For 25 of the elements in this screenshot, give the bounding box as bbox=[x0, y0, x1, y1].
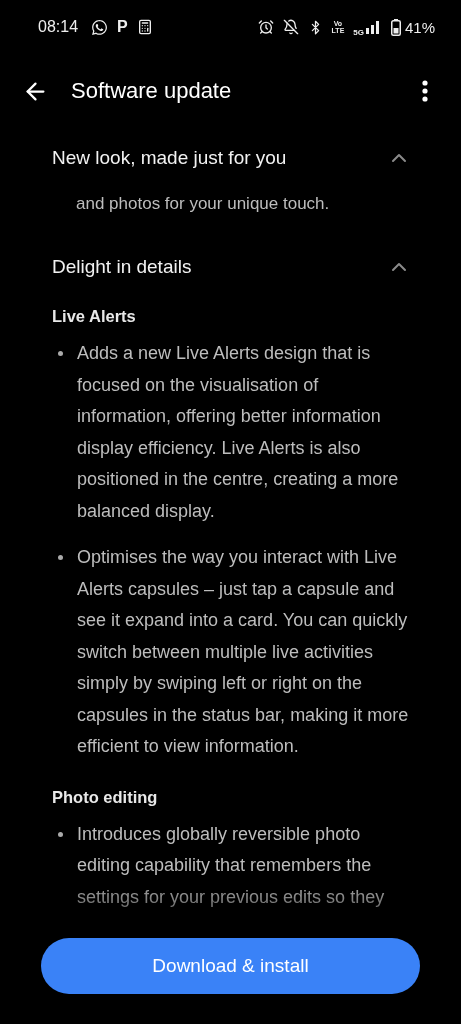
mute-icon bbox=[282, 19, 299, 35]
chat-bubble-icon bbox=[91, 18, 109, 36]
battery-percent: 41% bbox=[404, 18, 435, 36]
bullet-dot bbox=[58, 831, 63, 837]
subsection-heading: Photo editing bbox=[52, 786, 159, 808]
notification-letter: P bbox=[117, 18, 128, 36]
alarm-icon bbox=[257, 19, 274, 35]
section-paragraph: and photos for your unique touch. bbox=[75, 193, 331, 215]
bullet-text: Adds a new Live Alerts design that is focused on the visualisation of information, offering better information display efficiency. Live Alerts is also positioned in the centre, creating a more balanced display. bbox=[77, 342, 400, 523]
bullet-text: Introduces globally reversible photo editing capability that remembers the settings for your previous edits so they bbox=[77, 822, 386, 909]
section-header[interactable]: Delight in details bbox=[0, 237, 461, 297]
screen-title: Software update bbox=[71, 78, 233, 104]
signal-icon bbox=[365, 20, 382, 34]
bullet-dot bbox=[58, 351, 63, 356]
status-time: 08:14 bbox=[38, 18, 79, 36]
download-install-button[interactable]: Download & install bbox=[41, 938, 420, 994]
bullet-dot bbox=[58, 555, 63, 560]
bullet-text: Optimises the way you interact with Live Alerts capsules – just tap a capsule and see it expand into a card. You can quickly switch between multiple live activities simply by swiping left or right on the capsules in the status bar, making it more efficient to view information. bbox=[77, 546, 410, 758]
battery-icon bbox=[390, 18, 401, 36]
section-header[interactable]: New look, made just for you bbox=[0, 128, 461, 188]
calculator-icon bbox=[136, 19, 153, 35]
subsection-heading: Live Alerts bbox=[52, 306, 137, 327]
more-dots-icon bbox=[422, 80, 428, 102]
network-type: 5G bbox=[353, 27, 364, 37]
more-options-button[interactable] bbox=[422, 80, 428, 102]
